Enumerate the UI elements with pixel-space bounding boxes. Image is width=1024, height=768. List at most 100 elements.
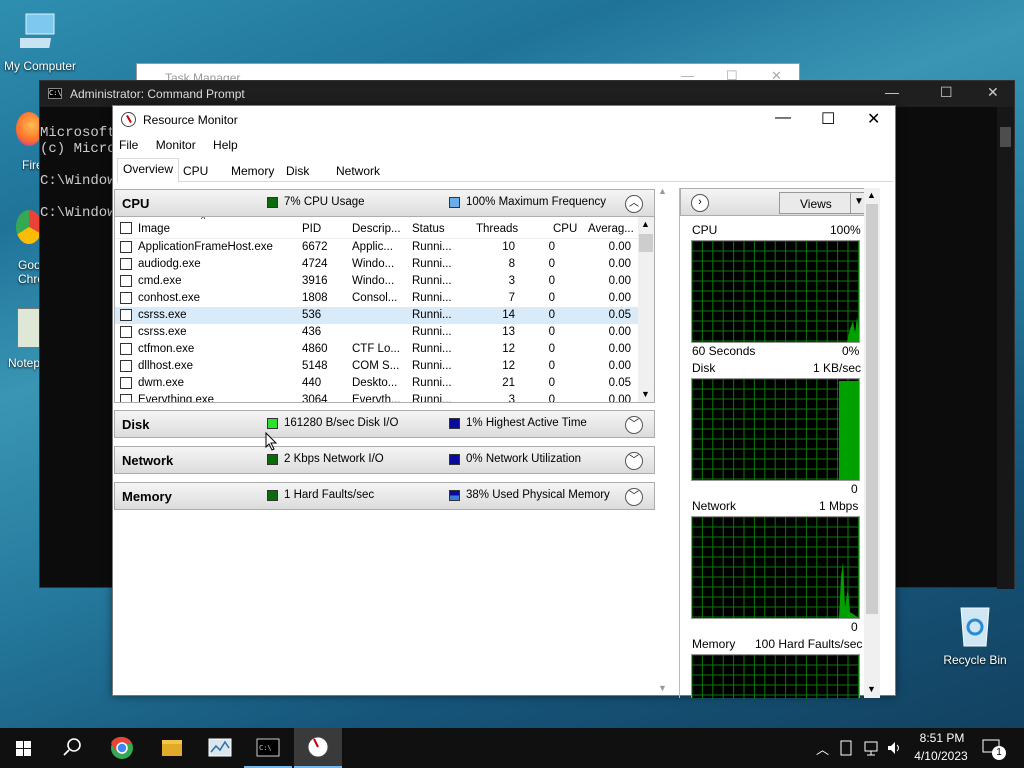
table-row[interactable]: cmd.exe 3916 Windo... Runni... 3 0 0.00 bbox=[115, 273, 639, 290]
row-checkbox[interactable] bbox=[120, 360, 132, 372]
row-checkbox[interactable] bbox=[120, 309, 132, 321]
disk-section-header[interactable]: Disk 161280 B/sec Disk I/O 1% Highest Ac… bbox=[114, 410, 655, 438]
tab-cpu[interactable]: CPU bbox=[177, 160, 214, 182]
taskbar-command-prompt[interactable]: C:\ bbox=[244, 728, 292, 768]
close-icon[interactable]: ✕ bbox=[867, 109, 880, 129]
scrollbar[interactable]: ▲ ▼ bbox=[864, 188, 880, 698]
notification-center-button[interactable]: 1 bbox=[980, 736, 1008, 760]
row-checkbox[interactable] bbox=[120, 275, 132, 287]
scrollbar[interactable]: ▲ ▼ bbox=[638, 217, 654, 402]
chevron-down-icon: ▼ bbox=[854, 196, 864, 207]
row-checkbox[interactable] bbox=[120, 343, 132, 355]
taskbar-resource-monitor[interactable] bbox=[294, 728, 342, 768]
computer-icon bbox=[17, 13, 55, 48]
scroll-thumb[interactable] bbox=[639, 234, 653, 252]
table-row[interactable]: conhost.exe 1808 Consol... Runni... 7 0 0.00 bbox=[115, 290, 639, 307]
maximize-icon[interactable]: ☐ bbox=[940, 84, 953, 101]
memory-section-header[interactable]: Memory 1 Hard Faults/sec 38% Used Physic… bbox=[114, 482, 655, 510]
show-hidden-icons-chevron-icon[interactable]: ︿ bbox=[816, 739, 829, 758]
console-output[interactable]: Microsoft (c) Micro C:\Window C:\Window bbox=[40, 109, 116, 221]
row-checkbox[interactable] bbox=[120, 258, 132, 270]
tab-disk[interactable]: Disk bbox=[280, 160, 315, 182]
cpu-section-header[interactable]: CPU 7% CPU Usage 100% Maximum Frequency … bbox=[114, 189, 655, 217]
network-io-swatch bbox=[267, 454, 278, 465]
clock-time[interactable]: 8:51 PM bbox=[917, 731, 967, 745]
row-checkbox[interactable] bbox=[120, 377, 132, 389]
desktop-icon-recycle-bin[interactable]: Recycle Bin bbox=[935, 602, 1015, 667]
cpu-process-table[interactable]: Image ^ PID Descrip... Status Threads CP… bbox=[114, 217, 655, 403]
taskbar-file-explorer[interactable] bbox=[148, 728, 196, 768]
tab-overview[interactable]: Overview bbox=[117, 158, 180, 183]
graph-max: 100% bbox=[830, 223, 861, 237]
scroll-thumb[interactable] bbox=[1000, 127, 1011, 147]
title-bar[interactable]: C:\ Administrator: Command Prompt — ☐ ✕ bbox=[40, 81, 1014, 107]
cell-status: Runni... bbox=[412, 326, 452, 338]
scroll-down-icon[interactable]: ▼ bbox=[658, 683, 667, 693]
close-icon[interactable]: ✕ bbox=[987, 84, 999, 101]
select-all-checkbox[interactable] bbox=[120, 222, 132, 234]
table-row[interactable]: Everything.exe 3064 Everyth... Runni... 3 0 0.… bbox=[115, 392, 639, 402]
row-checkbox[interactable] bbox=[120, 326, 132, 338]
views-dropdown[interactable]: Views ▼ bbox=[779, 192, 869, 214]
cell-status: Runni... bbox=[412, 292, 452, 304]
menu-monitor[interactable]: Monitor bbox=[156, 138, 196, 152]
table-row[interactable]: csrss.exe 436 Runni... 13 0 0.00 bbox=[115, 324, 639, 341]
row-checkbox[interactable] bbox=[120, 241, 132, 253]
cell-image: cmd.exe bbox=[138, 275, 182, 287]
collapse-chevron-icon[interactable]: ︿ bbox=[625, 195, 643, 213]
start-button[interactable] bbox=[0, 728, 48, 768]
volume-icon[interactable] bbox=[886, 740, 902, 756]
network-section-header[interactable]: Network 2 Kbps Network I/O 0% Network Ut… bbox=[114, 446, 655, 474]
chrome-icon bbox=[111, 736, 133, 759]
table-row[interactable]: dwm.exe 440 Deskto... Runni... 21 0 0.05 bbox=[115, 375, 639, 392]
expand-chevron-icon[interactable]: ﹀ bbox=[625, 452, 643, 470]
column-cpu[interactable]: CPU bbox=[553, 223, 577, 235]
minimize-icon[interactable]: — bbox=[775, 109, 791, 127]
column-pid[interactable]: PID bbox=[302, 223, 321, 235]
sort-arrow-icon: ^ bbox=[201, 217, 206, 224]
column-description[interactable]: Descrip... bbox=[352, 223, 401, 235]
collapse-pane-icon[interactable]: › bbox=[691, 194, 709, 212]
scroll-down-icon[interactable]: ▼ bbox=[867, 684, 876, 694]
column-average-cpu[interactable]: Averag... bbox=[588, 223, 634, 235]
cell-image: csrss.exe bbox=[138, 326, 187, 338]
tab-memory[interactable]: Memory bbox=[225, 160, 280, 182]
clock-date[interactable]: 4/10/2023 bbox=[912, 749, 970, 763]
table-row[interactable]: audiodg.exe 4724 Windo... Runni... 8 0 0.00 bbox=[115, 256, 639, 273]
table-row[interactable]: csrss.exe 536 Runni... 14 0 0.05 bbox=[115, 307, 639, 324]
cell-cpu: 0 bbox=[548, 292, 555, 304]
menu-file[interactable]: File bbox=[119, 138, 138, 152]
resource-monitor-window[interactable]: Resource Monitor — ☐ ✕ File Monitor Help… bbox=[112, 105, 896, 699]
minimize-icon[interactable]: — bbox=[885, 84, 899, 100]
recycle-bin-icon bbox=[960, 607, 990, 647]
search-button[interactable] bbox=[48, 728, 96, 768]
cell-threads: 3 bbox=[508, 275, 515, 287]
desktop-icon-my-computer[interactable]: My Computer bbox=[0, 10, 80, 73]
column-status[interactable]: Status bbox=[412, 223, 445, 235]
notepad-icon[interactable] bbox=[17, 308, 41, 348]
row-checkbox[interactable] bbox=[120, 292, 132, 304]
scroll-up-icon[interactable]: ▲ bbox=[641, 219, 650, 229]
scroll-down-icon[interactable]: ▼ bbox=[641, 389, 650, 399]
network-graph bbox=[691, 516, 860, 619]
scroll-up-icon[interactable]: ▲ bbox=[867, 190, 876, 200]
expand-chevron-icon[interactable]: ﹀ bbox=[625, 488, 643, 506]
maximize-icon[interactable]: ☐ bbox=[821, 109, 835, 129]
title-bar[interactable]: Resource Monitor — ☐ ✕ bbox=[113, 106, 895, 134]
network-icon[interactable] bbox=[862, 740, 880, 756]
column-threads[interactable]: Threads bbox=[476, 223, 518, 235]
table-row[interactable]: dllhost.exe 5148 COM S... Runni... 12 0 0.00 bbox=[115, 358, 639, 375]
taskbar-task-manager[interactable] bbox=[196, 728, 244, 768]
row-checkbox[interactable] bbox=[120, 394, 132, 402]
scrollbar[interactable] bbox=[997, 107, 1014, 589]
tablet-icon[interactable] bbox=[840, 740, 852, 756]
scroll-up-icon[interactable]: ▲ bbox=[658, 186, 667, 196]
taskbar-chrome[interactable] bbox=[98, 728, 146, 768]
table-row[interactable]: ApplicationFrameHost.exe 6672 Applic... Run… bbox=[115, 239, 639, 256]
menu-help[interactable]: Help bbox=[213, 138, 238, 152]
table-row[interactable]: ctfmon.exe 4860 CTF Lo... Runni... 12 0 0.00 bbox=[115, 341, 639, 358]
scroll-thumb[interactable] bbox=[866, 204, 878, 614]
expand-chevron-icon[interactable]: ﹀ bbox=[625, 416, 643, 434]
tab-network[interactable]: Network bbox=[330, 160, 386, 182]
column-image[interactable]: Image bbox=[138, 223, 170, 235]
